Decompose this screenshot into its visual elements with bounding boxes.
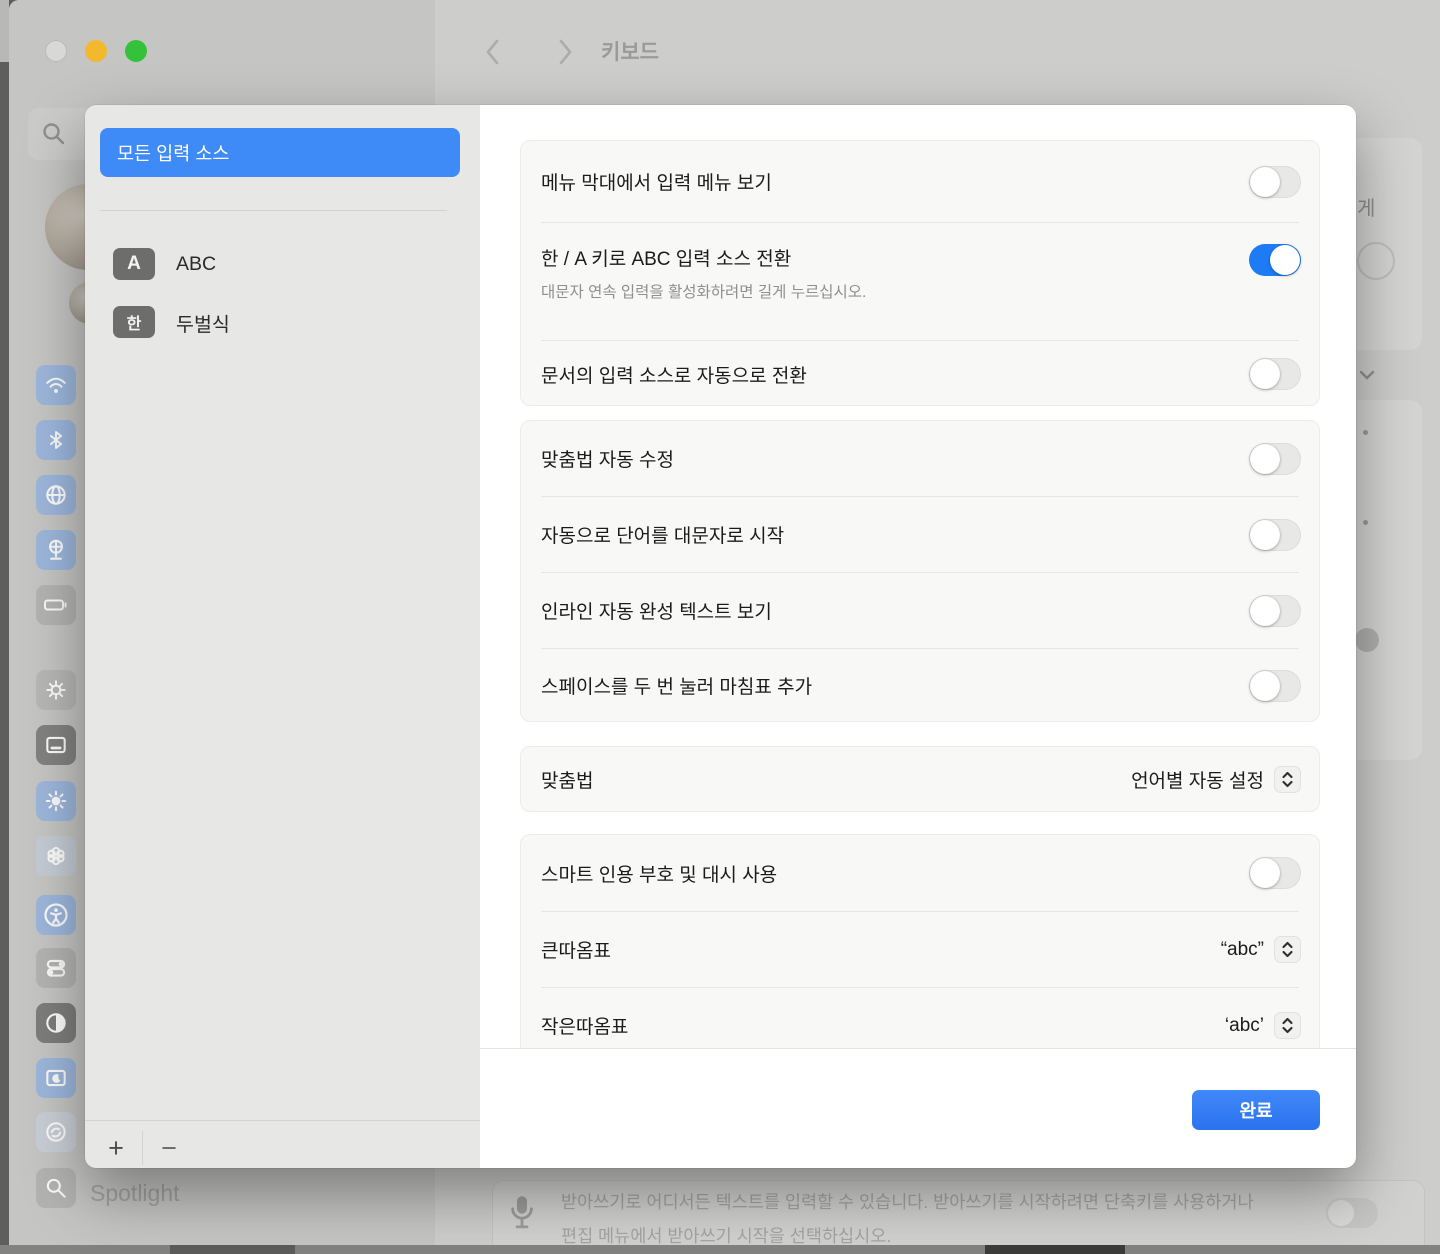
input-source-label: 두벌식 [176, 308, 230, 337]
setting-row: 스페이스를 두 번 눌러 마침표 추가 [521, 649, 1319, 722]
setting-label: 문서의 입력 소스로 자동으로 전환 [541, 361, 807, 388]
accessibility-icon[interactable] [36, 895, 76, 935]
occluded-toggle-fragment [1355, 628, 1379, 652]
input-source-item-abc[interactable]: A ABC [113, 247, 216, 281]
spotlight-icon[interactable] [36, 1168, 76, 1208]
setting-row: 스마트 인용 부호 및 대시 사용 [521, 835, 1319, 911]
dictation-text-line1: 받아쓰기로 어디서든 텍스트를 입력할 수 있습니다. 받아쓰기를 시작하려면 … [561, 1189, 1254, 1214]
dictation-section: 받아쓰기로 어디서든 텍스트를 입력할 수 있습니다. 받아쓰기를 시작하려면 … [492, 1180, 1425, 1245]
search-icon [41, 121, 67, 147]
setting-label: 스페이스를 두 번 눌러 마침표 추가 [541, 672, 812, 699]
autocorrect-spelling-toggle[interactable] [1249, 443, 1301, 475]
input-source-badge: 한 [113, 306, 155, 338]
wallpaper-icon[interactable] [36, 836, 76, 876]
background-window-edge [0, 0, 9, 62]
general-gear-icon[interactable] [36, 670, 76, 710]
setting-label: 작은따옴표 [541, 1012, 628, 1039]
show-input-menu-toggle[interactable] [1249, 166, 1301, 198]
input-source-label: ABC [176, 253, 216, 276]
setting-row: 문서의 입력 소스로 자동으로 전환 [521, 341, 1319, 407]
input-sources-settings-pane: 메뉴 막대에서 입력 메뉴 보기 한 / A 키로 ABC 입력 소스 전환 대… [480, 105, 1356, 1168]
input-source-badge: A [113, 248, 155, 280]
setting-row: 메뉴 막대에서 입력 메뉴 보기 [521, 141, 1319, 222]
microphone-icon [507, 1191, 537, 1239]
popup-value: “abc” [1221, 939, 1264, 961]
capitalize-words-toggle[interactable] [1249, 519, 1301, 551]
occluded-text-fragment: 게 [1357, 192, 1375, 221]
control-center-icon[interactable] [36, 948, 76, 988]
setting-row: 작은따옴표 ‘abc’ [521, 988, 1319, 1048]
close-button[interactable] [45, 40, 67, 62]
wifi-icon[interactable] [36, 365, 76, 405]
setting-label: 메뉴 막대에서 입력 메뉴 보기 [541, 168, 772, 195]
single-quote-popup[interactable]: ‘abc’ [1225, 1012, 1301, 1039]
done-button[interactable]: 완료 [1192, 1090, 1320, 1130]
vpn-globe-icon[interactable] [36, 530, 76, 570]
setting-label: 인라인 자동 완성 텍스트 보기 [541, 597, 772, 624]
remove-input-source-button[interactable]: − [148, 1127, 190, 1168]
desktop-dock-icon[interactable] [36, 725, 76, 765]
smart-quotes-dashes-toggle[interactable] [1249, 857, 1301, 889]
bluetooth-icon[interactable] [36, 420, 76, 460]
button-divider [142, 1131, 143, 1165]
setting-row: 큰따옴표 “abc” [521, 912, 1319, 987]
footer-separator [480, 1048, 1356, 1049]
double-space-period-toggle[interactable] [1249, 670, 1301, 702]
sidebar-item-spotlight[interactable]: Spotlight [90, 1180, 180, 1207]
popup-value: 언어별 자동 설정 [1131, 766, 1264, 793]
input-sources-sheet: 모든 입력 소스 A ABC 한 두벌식 + − 메뉴 막대에서 입력 메뉴 보… [85, 105, 1356, 1168]
displays-icon[interactable] [36, 781, 76, 821]
siri-icon[interactable] [36, 1112, 76, 1152]
auto-switch-document-source-toggle[interactable] [1249, 358, 1301, 390]
settings-group: 스마트 인용 부호 및 대시 사용 큰따옴표 “abc” 작은따옴표 ‘abc’ [520, 834, 1320, 1048]
sidebar-item-all-input-sources[interactable]: 모든 입력 소스 [100, 128, 460, 177]
popup-stepper-icon[interactable] [1274, 1012, 1301, 1039]
setting-label: 스마트 인용 부호 및 대시 사용 [541, 860, 777, 887]
minimize-button[interactable] [85, 40, 107, 62]
settings-group: 맞춤법 언어별 자동 설정 [520, 746, 1320, 812]
sidebar-separator [100, 210, 447, 211]
input-sources-sidebar: 모든 입력 소스 A ABC 한 두벌식 + − [85, 105, 480, 1168]
double-quote-popup[interactable]: “abc” [1221, 936, 1301, 963]
input-source-item-dubeolsik[interactable]: 한 두벌식 [113, 305, 230, 339]
han-a-key-switch-toggle[interactable] [1249, 244, 1301, 276]
spelling-popup[interactable]: 언어별 자동 설정 [1131, 766, 1301, 793]
setting-label: 맞춤법 [541, 766, 593, 793]
setting-row: 맞춤법 자동 수정 [521, 421, 1319, 496]
back-chevron-icon[interactable] [483, 37, 503, 67]
setting-row: 한 / A 키로 ABC 입력 소스 전환 대문자 연속 입력을 활성화하려면 … [521, 223, 1319, 340]
screen-saver-icon[interactable] [36, 1058, 76, 1098]
settings-group: 메뉴 막대에서 입력 메뉴 보기 한 / A 키로 ABC 입력 소스 전환 대… [520, 140, 1320, 406]
setting-label: 큰따옴표 [541, 936, 611, 963]
occluded-chevron-fragment [1359, 368, 1375, 386]
setting-label: 자동으로 단어를 대문자로 시작 [541, 521, 784, 548]
inline-predictive-text-toggle[interactable] [1249, 595, 1301, 627]
page-title: 키보드 [601, 36, 659, 66]
setting-row: 자동으로 단어를 대문자로 시작 [521, 497, 1319, 572]
setting-label: 맞춤법 자동 수정 [541, 445, 674, 472]
setting-row: 맞춤법 언어별 자동 설정 [521, 747, 1319, 811]
occluded-control-fragment [1357, 242, 1395, 280]
desktop-edge-segment [985, 1245, 1125, 1254]
zoom-button[interactable] [125, 40, 147, 62]
battery-icon[interactable] [36, 585, 76, 625]
settings-group: 맞춤법 자동 수정 자동으로 단어를 대문자로 시작 인라인 자동 완성 텍스트… [520, 420, 1320, 722]
popup-stepper-icon[interactable] [1274, 936, 1301, 963]
sidebar-bottom-separator [85, 1120, 480, 1121]
selected-item-label: 모든 입력 소스 [117, 140, 229, 166]
dictation-text-line2: 편집 메뉴에서 받아쓰기 시작을 선택하십시오. [561, 1223, 891, 1245]
add-input-source-button[interactable]: + [95, 1127, 137, 1168]
popup-value: ‘abc’ [1225, 1015, 1264, 1037]
dictation-toggle[interactable] [1326, 1198, 1378, 1228]
forward-chevron-icon[interactable] [555, 37, 575, 67]
popup-stepper-icon[interactable] [1274, 766, 1301, 793]
appearance-icon[interactable] [36, 1003, 76, 1043]
occluded-dot [1363, 430, 1368, 435]
desktop-edge-segment [170, 1245, 295, 1254]
occluded-dot [1363, 520, 1368, 525]
setting-row: 인라인 자동 완성 텍스트 보기 [521, 573, 1319, 648]
setting-sublabel: 대문자 연속 입력을 활성화하려면 길게 누르십시오. [541, 280, 866, 302]
setting-label: 한 / A 키로 ABC 입력 소스 전환 [541, 244, 866, 271]
network-icon[interactable] [36, 475, 76, 515]
